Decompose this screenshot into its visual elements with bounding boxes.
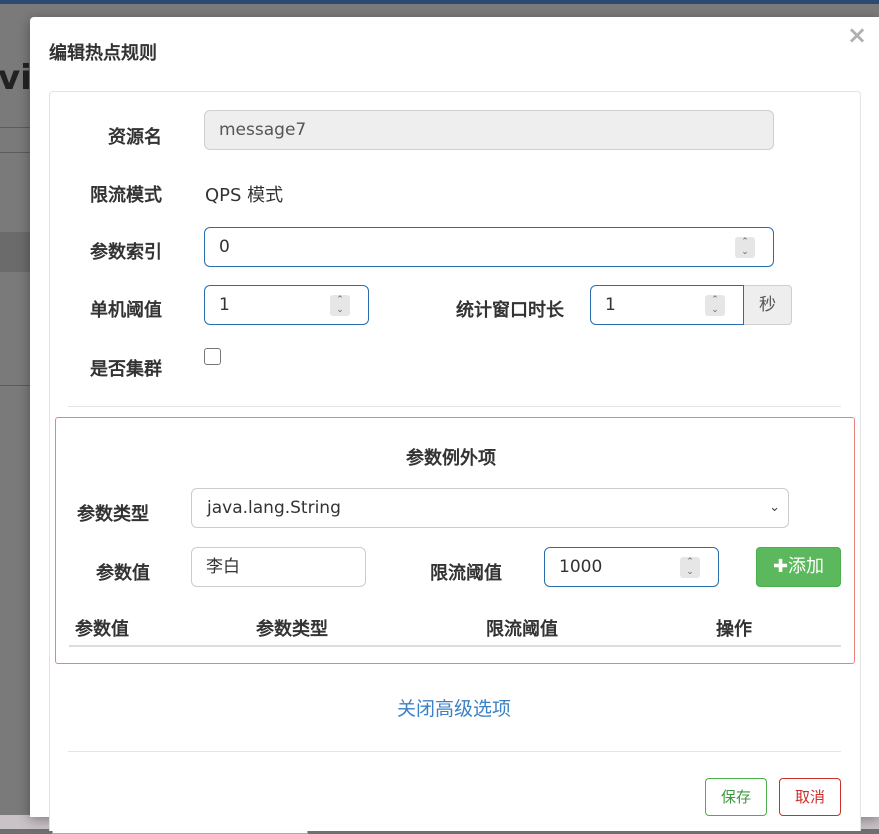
window-unit-addon: 秒 [744, 285, 792, 325]
table-header-divider [69, 645, 841, 647]
background-divider [0, 127, 32, 128]
param-value-input[interactable]: 李白 [191, 547, 366, 587]
table-header-param-type: 参数类型 [256, 619, 328, 640]
chevron-down-icon: ⌄ [769, 500, 780, 515]
param-index-value: 0 [219, 237, 230, 257]
cancel-button[interactable]: 取消 [779, 778, 841, 816]
table-header-actions: 操作 [716, 619, 752, 640]
edit-hotspot-rule-modal: 编辑热点规则 × 资源名 message7 限流模式 QPS 模式 参数索引 0… [30, 17, 879, 831]
param-type-label: 参数类型 [77, 504, 149, 525]
cluster-checkbox[interactable] [204, 348, 221, 365]
exception-title: 参数例外项 [406, 448, 496, 469]
limit-label: 限流阈值 [430, 563, 502, 584]
footer-divider [68, 751, 841, 752]
close-icon[interactable]: × [847, 23, 867, 47]
threshold-value: 1 [219, 295, 230, 315]
param-type-select[interactable]: java.lang.String ⌄ [191, 488, 789, 528]
modal-title: 编辑热点规则 [49, 43, 157, 64]
resource-input[interactable]: message7 [204, 110, 774, 150]
add-button-label: 添加 [788, 556, 825, 577]
number-stepper-icon[interactable]: ⌃ ⌄ [680, 557, 700, 578]
window-label: 统计窗口时长 [456, 300, 564, 321]
save-button[interactable]: 保存 [705, 778, 767, 816]
threshold-label: 单机阈值 [90, 300, 162, 321]
mode-value: QPS 模式 [205, 185, 284, 206]
window-input[interactable]: 1 ⌃ ⌄ [590, 285, 744, 325]
table-header-param-value: 参数值 [75, 619, 129, 640]
table-header-limit: 限流阈值 [486, 619, 558, 640]
number-stepper-icon[interactable]: ⌃ ⌄ [705, 295, 725, 316]
background-divider [0, 152, 32, 153]
resource-label: 资源名 [108, 127, 162, 148]
close-advanced-options-link[interactable]: 关闭高级选项 [397, 694, 511, 721]
param-index-label: 参数索引 [90, 242, 162, 263]
limit-input[interactable]: 1000 ⌃ ⌄ [544, 547, 719, 587]
threshold-input[interactable]: 1 ⌃ ⌄ [204, 285, 369, 325]
background-row [0, 232, 32, 272]
param-type-selected: java.lang.String [207, 498, 341, 518]
mode-label: 限流模式 [90, 185, 162, 206]
background-divider [0, 385, 32, 386]
window-value: 1 [605, 295, 616, 315]
plus-icon: ✚ [772, 556, 789, 577]
add-exception-button[interactable]: ✚添加 [756, 547, 841, 587]
number-stepper-icon[interactable]: ⌃ ⌄ [330, 295, 350, 316]
form-divider [68, 406, 841, 407]
param-index-input[interactable]: 0 ⌃ ⌄ [204, 227, 774, 267]
limit-value: 1000 [559, 557, 603, 577]
param-value-label: 参数值 [96, 563, 150, 584]
cluster-label: 是否集群 [90, 359, 162, 380]
number-stepper-icon[interactable]: ⌃ ⌄ [735, 237, 755, 258]
